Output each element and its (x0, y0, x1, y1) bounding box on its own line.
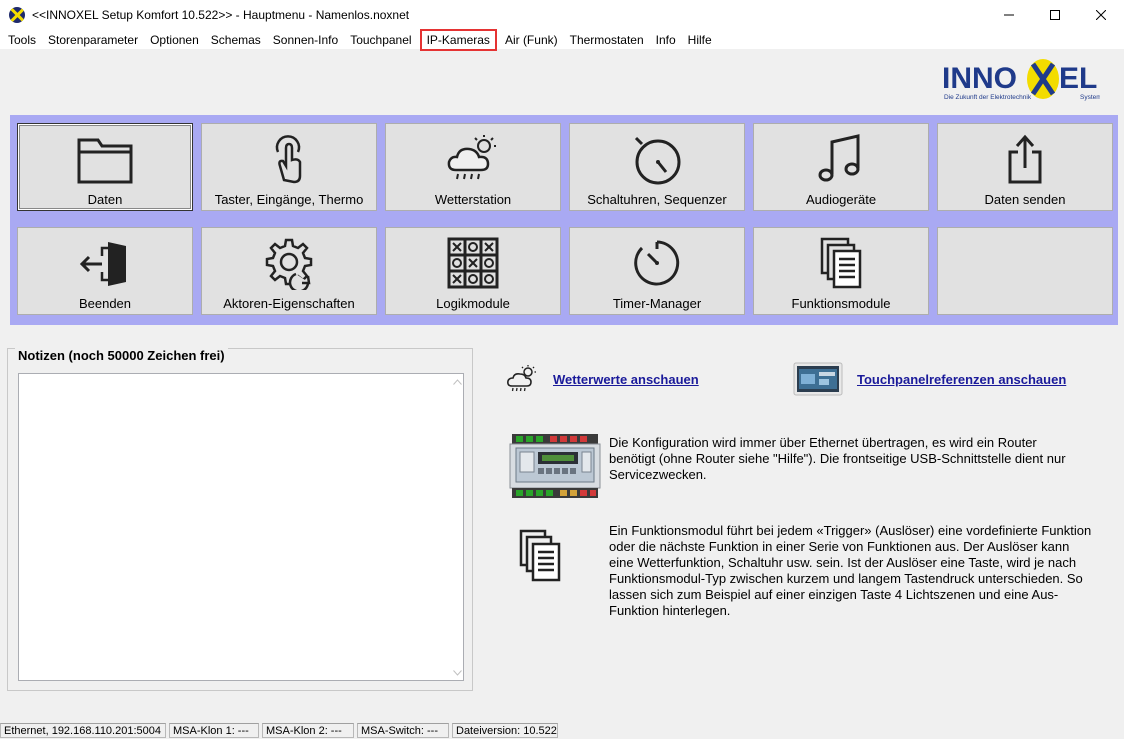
exit-door-icon (79, 242, 126, 286)
folder-icon (77, 138, 133, 184)
menu-info[interactable]: Info (650, 30, 682, 50)
notes-group: Notizen (noch 50000 Zeichen frei) (7, 348, 473, 691)
window-controls (986, 0, 1124, 30)
ethernet-info-text: Die Konfiguration wird immer über Ethern… (609, 435, 1066, 482)
svg-text:System: System (1080, 94, 1100, 101)
close-button[interactable] (1078, 0, 1124, 30)
beenden-button[interactable]: Beenden (17, 227, 193, 315)
maximize-button[interactable] (1032, 0, 1078, 30)
innoxel-device-image (508, 428, 602, 504)
status-ethernet: Ethernet, 192.168.110.201:5004 (0, 723, 166, 738)
wetterstation-button[interactable]: Wetterstation (385, 123, 561, 211)
app-icon[interactable] (9, 7, 25, 23)
weather-values-link[interactable]: Wetterwerte anschauen (553, 372, 699, 387)
documents-icon (820, 237, 862, 289)
daten-senden-button[interactable]: Daten senden (937, 123, 1113, 211)
notes-title: Notizen (noch 50000 Zeichen frei) (15, 348, 228, 363)
empty-tile (937, 227, 1113, 315)
gear-refresh-icon (265, 238, 313, 290)
status-msa-klon-2: MSA-Klon 2: --- (262, 723, 354, 738)
funktionsmodule-button[interactable]: Funktionsmodule (753, 227, 929, 315)
innoxel-logo: INNO EL Die Zukunft der Elektrotechnik S… (942, 59, 1100, 101)
grid-logic-icon (447, 237, 499, 289)
minimize-button[interactable] (986, 0, 1032, 30)
close-icon (1096, 10, 1106, 20)
timer-icon (634, 240, 680, 286)
function-module-info-text: Ein Funktionsmodul führt bei jedem «Trig… (609, 523, 1092, 618)
minimize-icon (1004, 14, 1014, 16)
menu-sonnen-info[interactable]: Sonnen-Info (267, 30, 344, 50)
menu-thermostaten[interactable]: Thermostaten (564, 30, 650, 50)
menu-storenparameter[interactable]: Storenparameter (42, 30, 144, 50)
svg-text:EL: EL (1059, 62, 1097, 95)
status-file-version: Dateiversion: 10.522 (452, 723, 558, 738)
taster-eingaenge-thermo-button[interactable]: Taster, Eingänge, Thermo (201, 123, 377, 211)
main-button-panel: Daten Taster, Eingänge, Thermo Wettersta… (10, 115, 1118, 325)
svg-text:INNO: INNO (942, 62, 1017, 95)
scroll-up-arrow-icon[interactable] (452, 377, 462, 387)
schaltuhren-sequenzer-button[interactable]: Schaltuhren, Sequenzer (569, 123, 745, 211)
menu-touchpanel[interactable]: Touchpanel (344, 30, 417, 50)
share-icon (1008, 134, 1042, 184)
stopwatch-icon (634, 136, 681, 185)
logikmodule-button[interactable]: Logikmodule (385, 227, 561, 315)
menu-tools[interactable]: Tools (2, 30, 42, 50)
music-note-icon (818, 134, 860, 182)
menu-ip-kameras[interactable]: IP-Kameras (419, 28, 497, 51)
notes-textarea[interactable] (18, 373, 464, 681)
audiogeraete-button[interactable]: Audiogeräte (753, 123, 929, 211)
documents-small-icon (519, 529, 561, 582)
menu-optionen[interactable]: Optionen (144, 30, 205, 50)
aktoren-eigenschaften-button[interactable]: Aktoren-Eigenschaften (201, 227, 377, 315)
touchpanel-thumbnail-icon (793, 362, 843, 396)
menu-bar: Tools Storenparameter Optionen Schemas S… (0, 28, 1124, 51)
title-bar: <<INNOXEL Setup Komfort 10.522>> - Haupt… (0, 0, 1124, 30)
touchpanel-references-link[interactable]: Touchpanelreferenzen anschauen (857, 372, 1066, 387)
menu-hilfe[interactable]: Hilfe (682, 30, 718, 50)
status-bar: Ethernet, 192.168.110.201:5004 MSA-Klon … (0, 722, 1124, 739)
svg-text:Die Zukunft der Elektrotechnik: Die Zukunft der Elektrotechnik (944, 94, 1032, 101)
touch-icon (275, 135, 302, 184)
status-msa-switch: MSA-Switch: --- (357, 723, 449, 738)
daten-button[interactable]: Daten (17, 123, 193, 211)
timer-manager-button[interactable]: Timer-Manager (569, 227, 745, 315)
menu-schemas[interactable]: Schemas (205, 30, 267, 50)
scroll-down-arrow-icon[interactable] (452, 668, 462, 678)
maximize-icon (1050, 10, 1060, 20)
window-title: <<INNOXEL Setup Komfort 10.522>> - Haupt… (32, 8, 410, 22)
weather-small-icon (507, 365, 536, 392)
menu-air-funk[interactable]: Air (Funk) (499, 30, 564, 50)
weather-icon (447, 135, 496, 180)
status-msa-klon-1: MSA-Klon 1: --- (169, 723, 259, 738)
